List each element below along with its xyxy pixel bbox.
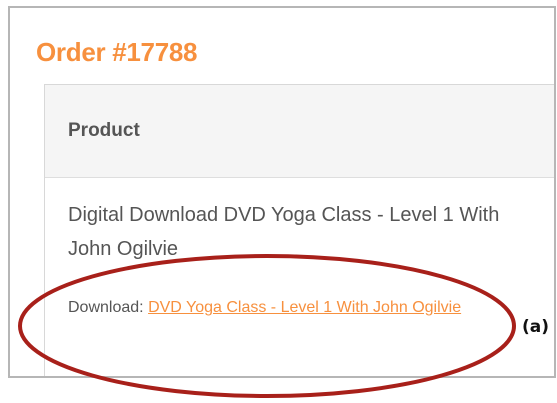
product-name: Digital Download DVD Yoga Class - Level … <box>68 204 500 260</box>
annotation-label: (a) <box>520 316 552 338</box>
column-header-product: Product <box>68 120 140 141</box>
table-row: Digital Download DVD Yoga Class - Level … <box>45 178 554 324</box>
table-header: Product <box>45 85 554 178</box>
order-title: Order #17788 <box>36 37 198 67</box>
download-link[interactable]: DVD Yoga Class - Level 1 With John Ogilv… <box>148 299 461 316</box>
order-panel: Order #17788 Product Digital Download DV… <box>8 6 556 378</box>
download-label: Download: <box>68 299 144 316</box>
order-items-table: Product Digital Download DVD Yoga Class … <box>44 84 554 376</box>
download-line: Download: DVD Yoga Class - Level 1 With … <box>68 292 523 324</box>
